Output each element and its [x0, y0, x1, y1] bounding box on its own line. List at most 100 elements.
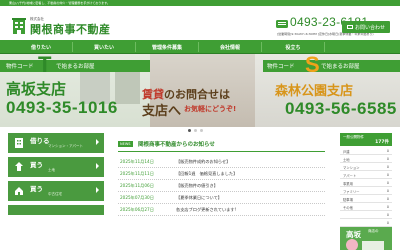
news-date: 2025年11月11日 — [120, 171, 154, 176]
property-count-header: 一般公開物件 177件 — [340, 133, 392, 146]
property-category-row[interactable]: 事業用 0 — [340, 179, 392, 187]
news-link[interactable]: 【販売物件成約のお知らせ】 — [176, 159, 230, 165]
category-name: マンション — [343, 165, 360, 170]
slider-dots — [188, 129, 203, 132]
category-count: 0 — [386, 196, 389, 201]
property-total: 177件 — [375, 140, 389, 145]
land-icon — [15, 162, 23, 171]
news-badge: NEWS — [118, 141, 133, 147]
category-count: 0 — [386, 220, 389, 225]
center-line2-small: お気軽にどうぞ! — [184, 105, 237, 113]
category-count: 0 — [386, 156, 389, 161]
announcement-text: 栗山(八千代)地域に密着し、不動産の仲介・管理業務を手がけております。 — [9, 0, 110, 5]
mail-icon — [346, 25, 353, 29]
building-logo-icon[interactable] — [12, 17, 26, 35]
news-header: NEWS 関根商事不動産からのお知らせ — [118, 140, 325, 152]
center-line2: 支店へ — [142, 104, 182, 119]
news-link[interactable]: 【夏季休業日について】 — [176, 195, 222, 201]
news-item[interactable]: 2025年11月11日 【回報1週 価格見直しました】 — [118, 168, 325, 180]
news-item[interactable]: 2025年11月06日 【販売物件の値引き】 — [118, 180, 325, 192]
category-name: アパート — [343, 173, 357, 178]
code-prefix: 物件コード — [267, 64, 295, 70]
banner-illustration — [362, 241, 384, 250]
main-navigation: 借りたい 買いたい 管理条件募集 会社情報 役立ち — [0, 40, 400, 54]
takasaka-banner[interactable]: 高坂 商店の — [340, 227, 392, 250]
category-name: その他 — [343, 205, 353, 210]
chevron-right-icon — [96, 187, 99, 193]
property-category-row[interactable]: 戸建 0 — [340, 147, 392, 155]
nav-item-management[interactable]: 管理条件募集 — [136, 40, 198, 54]
side-menu-title: 借りる — [30, 136, 50, 145]
category-count: 0 — [386, 172, 389, 177]
category-count: 0 — [386, 164, 389, 169]
property-category-row[interactable]: 駐車場 0 — [340, 195, 392, 203]
slide-takasaka-panel: 物件コード T で始まるお部屋 高坂支店 0493-35-1016 — [0, 54, 160, 127]
side-menu-more[interactable] — [8, 205, 104, 215]
nav-item-rent[interactable]: 借りたい — [10, 40, 72, 54]
slider-dot-2[interactable] — [194, 129, 197, 132]
news-item[interactable]: 2025年07月30日 【夏季休業日について】 — [118, 192, 325, 204]
shop-phone-takasaka: 0493-35-1016 — [6, 98, 118, 117]
slide-shinrin-panel: 物件コード S で始まるお部屋 森林公園支店 0493-56-6585 — [255, 54, 400, 127]
house-icon — [15, 187, 23, 195]
slider-dot-1[interactable] — [188, 129, 191, 132]
chevron-right-icon — [96, 139, 99, 145]
side-menu-sub: 土地 — [48, 168, 55, 172]
chevron-right-icon — [96, 163, 99, 169]
nav-item-buy[interactable]: 買いたい — [73, 40, 135, 54]
news-date: 2025年06月27日 — [120, 207, 154, 212]
side-menu-sub: マンション・アパート — [48, 144, 83, 148]
news-link[interactable]: 各支店ブログ更新されています! — [176, 207, 236, 213]
contact-button-label: お問い合わせ — [354, 24, 385, 31]
company-name[interactable]: 関根商事不動産 — [30, 21, 111, 37]
property-category-row[interactable]: ファミリー 0 — [340, 187, 392, 195]
phone-icon — [276, 20, 288, 28]
category-count: 0 — [386, 188, 389, 193]
category-name: 事業用 — [343, 181, 353, 186]
category-name: 戸建 — [343, 149, 350, 154]
news-link[interactable]: 【回報1週 価格見直しました】 — [176, 171, 237, 177]
banner-subtitle: 商店の — [368, 229, 379, 233]
shop-phone-shinrin: 0493-56-6585 — [285, 99, 397, 118]
side-menu-buy-land[interactable]: 買う 土地 — [8, 157, 104, 177]
news-item[interactable]: 2025年06月27日 各支店ブログ更新されています! — [118, 204, 325, 216]
slider-dot-3[interactable] — [200, 129, 203, 132]
side-menu-title: 買う — [30, 160, 43, 169]
category-name: 土地 — [343, 157, 350, 162]
category-count: 0 — [386, 180, 389, 185]
shop-name-shinrin: 森林公園支店 — [275, 84, 354, 99]
category-name: ファミリー — [343, 189, 360, 194]
building-icon — [15, 138, 23, 148]
property-category-row[interactable]: 0 — [340, 211, 392, 219]
side-menu-buy-house[interactable]: 買う 中古住宅 — [8, 181, 104, 201]
nav-item-company[interactable]: 会社情報 — [199, 40, 261, 54]
category-count: 0 — [386, 204, 389, 209]
shop-name-takasaka: 高坂支店 — [6, 80, 67, 98]
property-category-row[interactable]: 0 — [340, 219, 392, 227]
news-date: 2025年11月14日 — [120, 159, 154, 164]
property-category-row[interactable]: その他 0 — [340, 203, 392, 211]
contact-button[interactable]: お問い合わせ — [342, 21, 390, 33]
property-category-row[interactable]: マンション 0 — [340, 163, 392, 171]
property-category-row[interactable]: アパート 0 — [340, 171, 392, 179]
category-count: 0 — [386, 212, 389, 217]
code-suffix: で始まるお部屋 — [321, 64, 360, 70]
news-link[interactable]: 【販売物件の値引き】 — [176, 183, 218, 189]
code-letter: T — [38, 54, 52, 77]
news-item[interactable]: 2025年11月14日 【販売物件成約のお知らせ】 — [118, 156, 325, 168]
news-date: 2025年11月06日 — [120, 183, 154, 188]
category-count: 0 — [386, 148, 389, 153]
banner-illustration — [346, 239, 358, 250]
side-menu-rent[interactable]: 借りる マンション・アパート — [8, 133, 104, 153]
nav-item-extra[interactable] — [325, 40, 387, 54]
property-count-title: 一般公開物件 — [343, 135, 364, 139]
code-prefix: 物件コード — [6, 64, 34, 70]
site-header: 株式会社 関根商事不動産 0493-23-6181 [営業時間]9:30AM〜6… — [0, 6, 400, 40]
property-category-row[interactable]: 土地 0 — [340, 155, 392, 163]
building-image — [115, 72, 140, 104]
slide-center-panel: 賃貸のお問合せは 支店へ お気軽にどうぞ! — [142, 54, 389, 127]
category-name: 駐車場 — [343, 197, 353, 202]
hero-slider[interactable]: 物件コード T で始まるお部屋 高坂支店 0493-35-1016 賃貸のお問合… — [0, 54, 400, 127]
news-date: 2025年07月30日 — [120, 195, 154, 200]
nav-item-useful[interactable]: 役立ち — [262, 40, 324, 54]
